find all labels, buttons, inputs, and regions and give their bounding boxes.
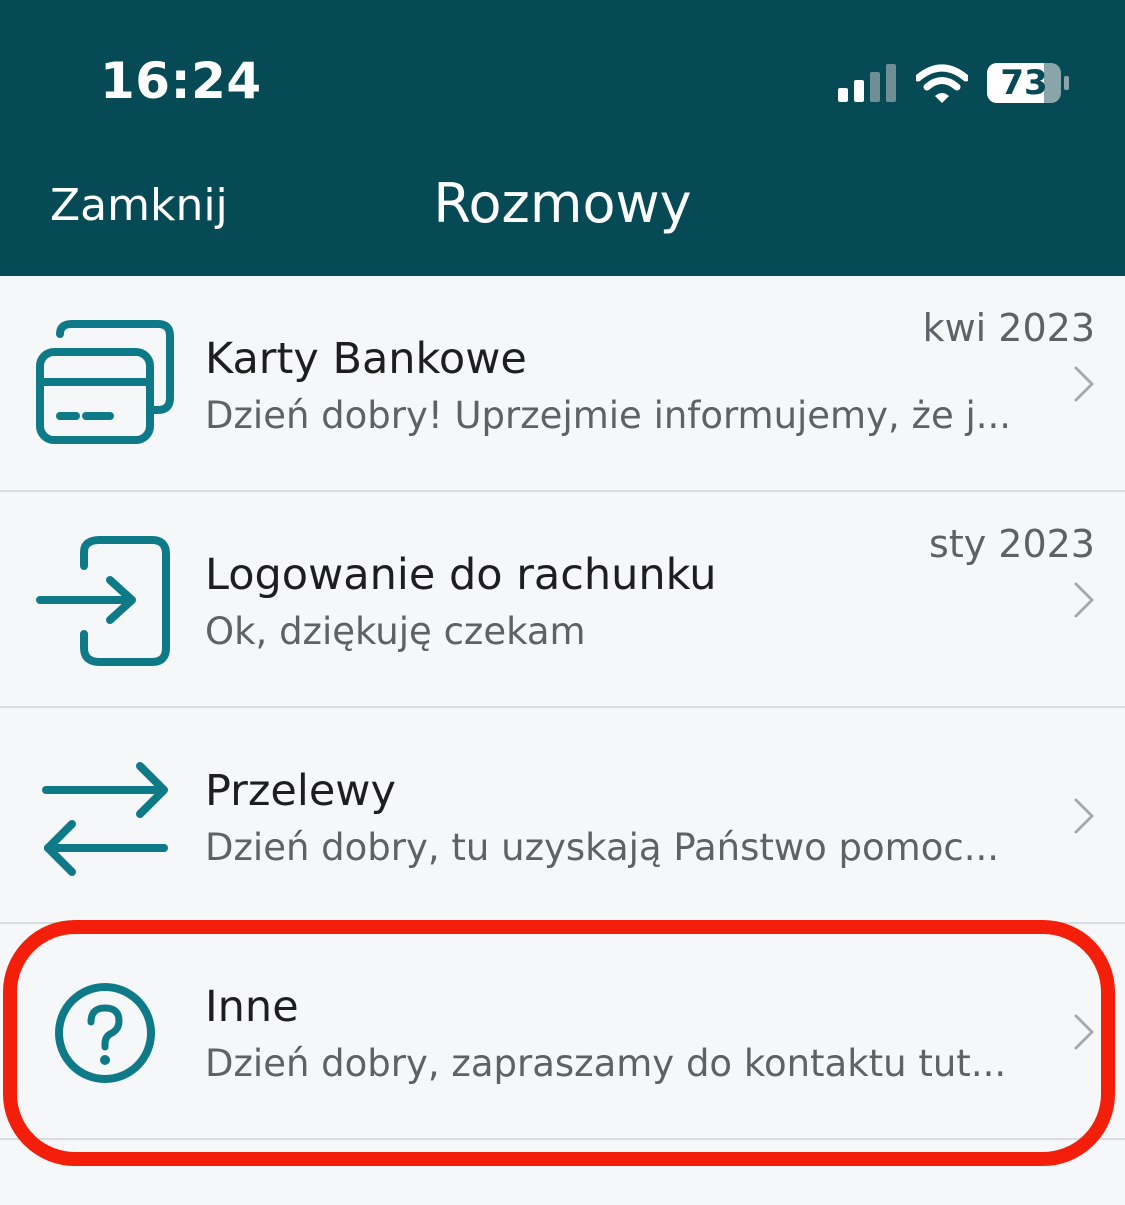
conversation-title: Przelewy <box>205 766 396 816</box>
login-icon <box>36 536 170 666</box>
chevron-right-icon <box>1074 582 1094 618</box>
conversation-snippet: Dzień dobry, zapraszamy do kontaktu tut.… <box>205 1042 1007 1085</box>
chevron-right-icon <box>1074 1014 1094 1050</box>
status-time: 16:24 <box>100 52 262 110</box>
app-header: 16:24 73 Zamknij Rozmowy <box>0 0 1125 276</box>
conversation-list: Karty Bankowe Dzień dobry! Uprzejmie inf… <box>0 276 1125 1140</box>
conversation-item-przelewy[interactable]: Przelewy Dzień dobry, tu uzyskają Państw… <box>0 708 1125 924</box>
conversation-title: Inne <box>205 982 299 1032</box>
conversation-snippet: Dzień dobry, tu uzyskają Państwo pomoc..… <box>205 826 999 869</box>
conversation-title: Logowanie do rachunku <box>205 550 717 600</box>
transfer-arrows-icon <box>42 762 168 876</box>
conversation-title: Karty Bankowe <box>205 334 527 384</box>
conversation-snippet: Dzień dobry! Uprzejmie informujemy, że j… <box>205 394 1012 437</box>
chevron-right-icon <box>1074 798 1094 834</box>
page-title: Rozmowy <box>433 172 692 235</box>
bank-cards-icon <box>36 320 174 444</box>
question-circle-icon <box>55 983 155 1083</box>
battery-level: 73 <box>1000 63 1048 103</box>
conversation-item-logowanie[interactable]: Logowanie do rachunku Ok, dziękuję czeka… <box>0 492 1125 708</box>
conversation-item-karty-bankowe[interactable]: Karty Bankowe Dzień dobry! Uprzejmie inf… <box>0 276 1125 492</box>
conversation-date: kwi 2023 <box>922 306 1095 350</box>
cellular-signal-icon <box>838 64 896 102</box>
conversation-item-inne[interactable]: Inne Dzień dobry, zapraszamy do kontaktu… <box>0 924 1125 1140</box>
wifi-icon <box>916 64 968 103</box>
chevron-right-icon <box>1074 366 1094 402</box>
conversation-date: sty 2023 <box>929 522 1095 566</box>
conversation-snippet: Ok, dziękuję czekam <box>205 610 586 653</box>
